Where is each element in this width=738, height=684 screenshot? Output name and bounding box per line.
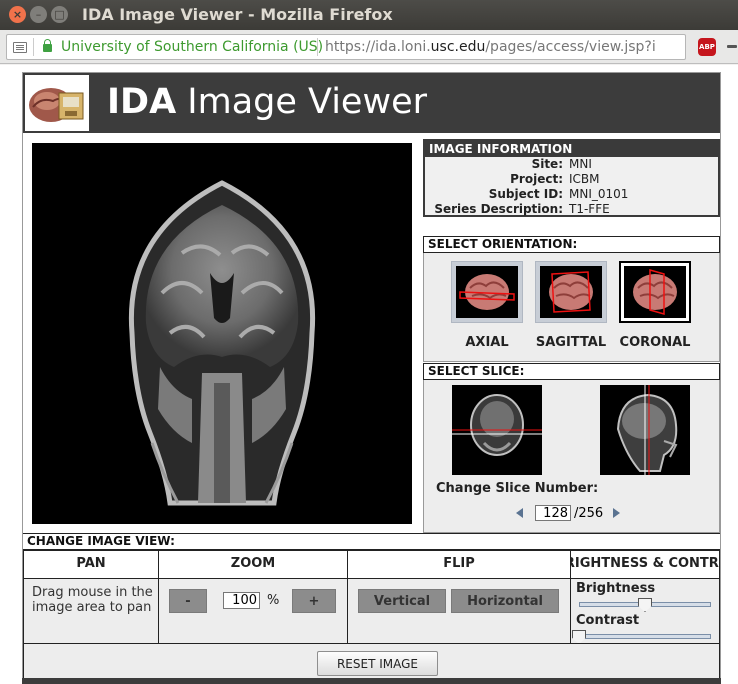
flip-horizontal-button[interactable]: Horizontal [451,589,559,613]
slice-total: /256 [574,505,604,521]
slice-panel: Change Slice Number: /256 [423,380,720,533]
info-key: Project: [510,172,563,186]
flip-vertical-button[interactable]: Vertical [358,589,446,613]
window-titlebar: × – □ IDA Image Viewer - Mozilla Firefox [0,0,738,30]
url-separator [33,38,34,56]
contrast-label: Contrast [576,613,640,628]
select-orientation-header: SELECT ORIENTATION: [423,236,720,253]
info-value: MNI [569,157,592,171]
app-header: IDA Image Viewer [23,73,720,133]
zoom-input[interactable] [223,592,260,609]
info-row: Subject ID: MNI_0101 [425,187,718,202]
zoom-in-button[interactable]: + [292,589,336,613]
app-title-rest: Image Viewer [176,82,428,122]
orientation-sagittal-button[interactable] [535,261,607,323]
info-key: Subject ID: [488,187,563,201]
flip-cell: FLIP Vertical Horizontal [347,550,571,644]
image-information-header: IMAGE INFORMATION [425,141,718,157]
app-title-bold: IDA [107,82,177,122]
navigation-bar: University of Southern California (US) h… [0,30,738,64]
image-information-panel: IMAGE INFORMATION Site: MNI Project: ICBM … [423,139,720,217]
info-row: Project: ICBM [425,172,718,187]
pan-cell: PAN Drag mouse in the image area to pan [23,550,159,644]
info-key: Site: [531,157,563,171]
brightness-contrast-title: BRIGHTNESS & CONTRAST [571,551,719,579]
slice-number-input[interactable] [535,505,571,521]
orientation-panel: AXIAL SAGITTAL CORONAL [423,253,720,362]
coronal-brain-icon [624,266,686,318]
image-view-controls: PAN Drag mouse in the image area to pan … [23,550,720,644]
page-footer-bar [22,678,721,684]
flip-title: FLIP [348,551,570,579]
url-prefix: https://ida.loni. [325,39,431,55]
adblock-plus-icon[interactable]: ABP [698,38,716,56]
sagittal-brain-icon [540,266,602,318]
url-text[interactable]: https://ida.loni.usc.edu/pages/access/vi… [325,39,681,55]
page-content: IDA Image Viewer IMAGE INFORMATION Site:… [0,65,738,684]
sagittal-slice-thumbnail[interactable] [600,385,690,475]
lock-icon[interactable] [43,39,52,52]
zoom-cell: ZOOM - % + [158,550,348,644]
brightness-label: Brightness [576,581,656,596]
brightness-contrast-cell: BRIGHTNESS & CONTRAST Brightness Contras… [570,550,720,644]
zoom-title: ZOOM [159,551,347,579]
app-title: IDA Image Viewer [107,82,427,122]
site-identity-label[interactable]: University of Southern California (US) [61,39,323,55]
mri-image-area[interactable] [32,143,412,524]
orientation-coronal-button[interactable] [619,261,691,323]
info-row: Site: MNI [425,157,718,172]
url-separator [317,38,318,56]
info-row: Series Description: T1-FFE [425,202,718,217]
axial-brain-icon [456,266,518,318]
next-slice-icon[interactable] [613,508,621,518]
window-maximize-button[interactable]: □ [51,6,68,23]
select-slice-header: SELECT SLICE: [423,363,720,380]
info-value: ICBM [569,172,600,186]
contrast-slider-handle[interactable] [572,630,586,643]
info-value: T1-FFE [569,202,610,216]
change-slice-label: Change Slice Number: [436,481,599,496]
zoom-out-button[interactable]: - [169,589,207,613]
zoom-percent: % [267,593,280,608]
info-value: MNI_0101 [569,187,629,201]
url-domain: usc.edu [430,39,486,55]
reset-image-button[interactable]: RESET IMAGE [317,651,438,676]
orientation-sagittal-label[interactable]: SAGITTAL [526,335,616,350]
pan-instructions: Drag mouse in the image area to pan [32,585,153,615]
orientation-coronal-label[interactable]: CORONAL [610,335,700,350]
previous-slice-icon[interactable] [516,508,523,518]
slice-controls: /256 [516,504,621,522]
brightness-slider-handle[interactable] [638,598,652,612]
window-minimize-button[interactable]: – [30,6,47,23]
contrast-slider[interactable] [579,634,711,639]
window-close-button[interactable]: × [9,6,26,23]
overflow-menu-icon[interactable] [727,45,737,48]
axial-slice-thumbnail[interactable] [452,385,542,475]
orientation-axial-button[interactable] [451,261,523,323]
reset-row: RESET IMAGE [23,644,720,682]
url-path: /pages/access/view.jsp?i [485,39,656,55]
ida-viewer: IDA Image Viewer IMAGE INFORMATION Site:… [22,72,721,684]
ida-logo [25,75,89,131]
orientation-axial-label[interactable]: AXIAL [442,335,532,350]
info-key: Series Description: [434,202,563,216]
change-image-view-header: CHANGE IMAGE VIEW: [23,533,720,550]
window-title: IDA Image Viewer - Mozilla Firefox [82,5,393,24]
url-bar[interactable]: University of Southern California (US) h… [6,34,686,60]
page-info-icon[interactable] [13,42,27,53]
pan-title: PAN [24,551,158,579]
